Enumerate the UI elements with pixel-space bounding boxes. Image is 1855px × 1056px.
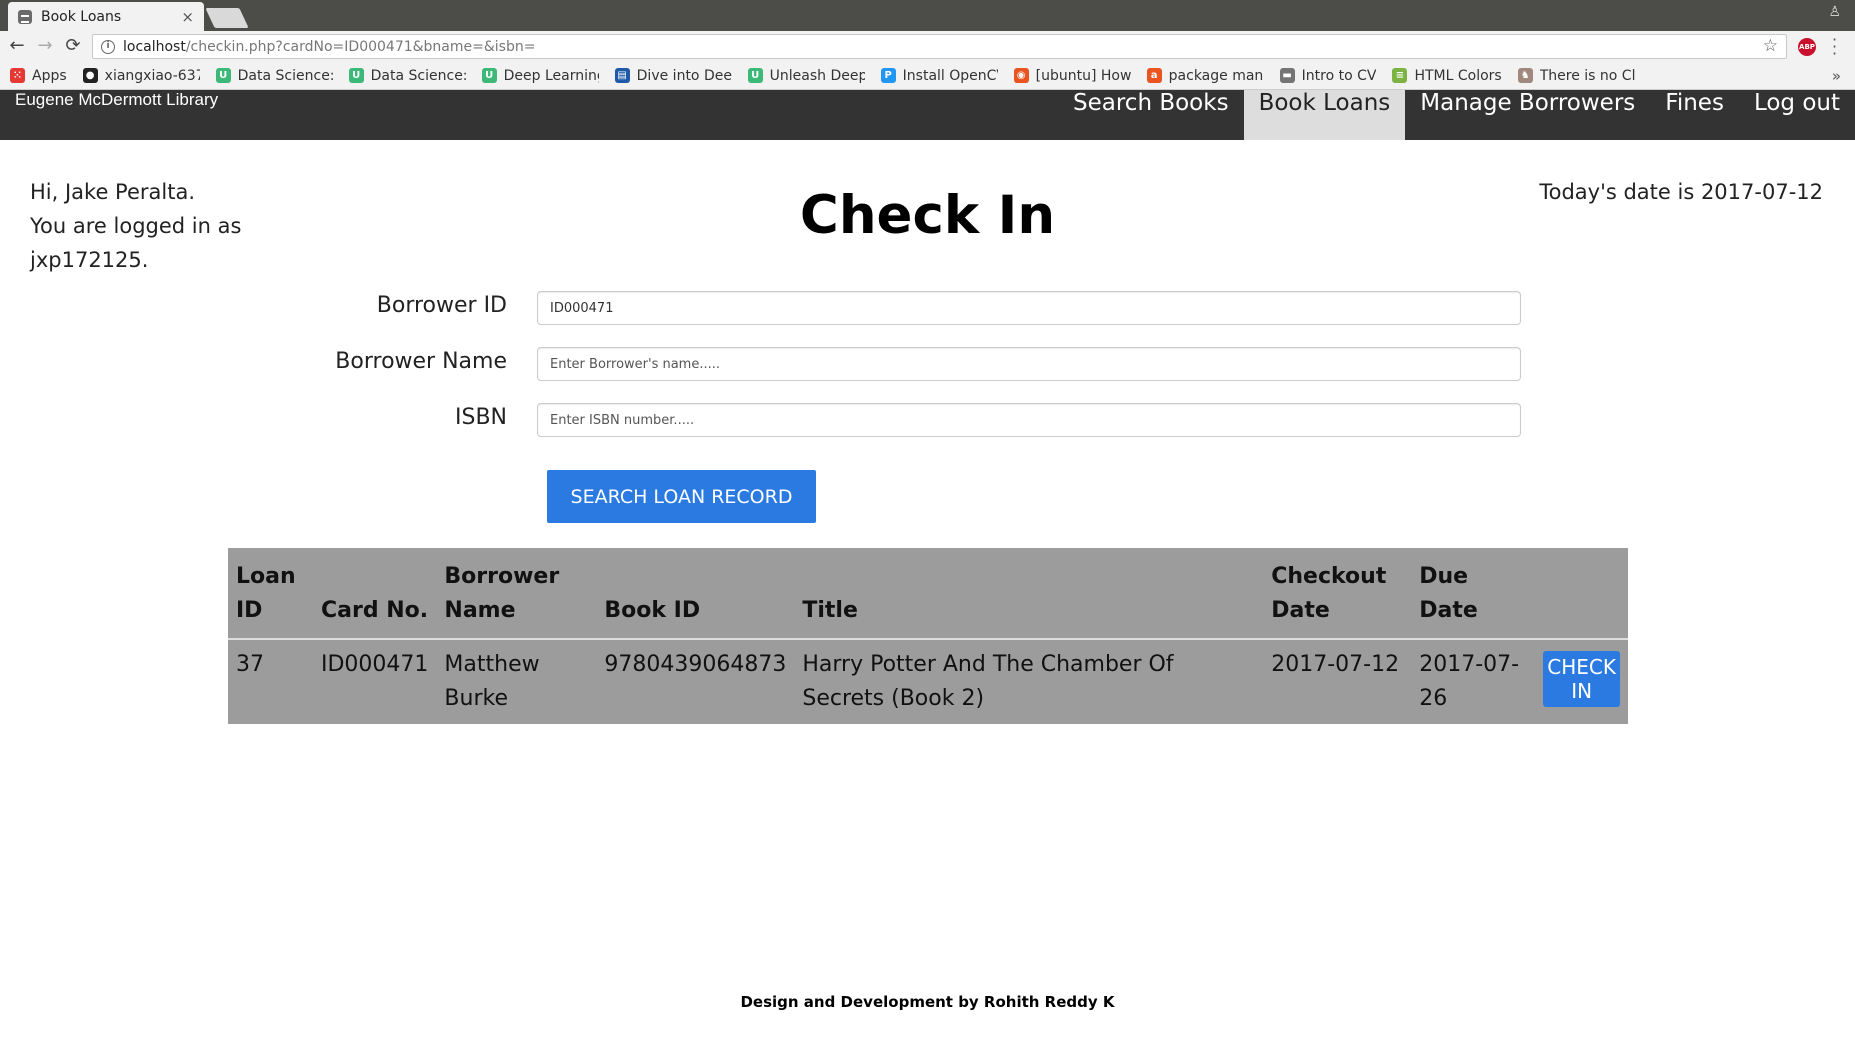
forward-icon[interactable]: →: [34, 35, 56, 57]
cell-card-no: ID000471: [320, 652, 429, 677]
cell-checkout-date: 2017-07-12: [1271, 652, 1400, 677]
book-icon: ▤: [614, 68, 630, 83]
col-card-no: Card No.: [312, 548, 437, 640]
bookmark-item[interactable]: ● xiangxiao-6378-j: [82, 67, 200, 84]
username: jxp172125.: [30, 248, 149, 272]
url-path: /checkin.php?cardNo=ID000471&bname=&isbn…: [185, 38, 536, 55]
cell-due-date: 2017-07-26: [1419, 652, 1520, 711]
bookmark-label: Data Science: Pr: [370, 67, 466, 84]
bookmark-label: Data Science: De: [237, 67, 333, 84]
search-loan-record-button[interactable]: SEARCH LOAN RECORD: [547, 470, 816, 523]
nav-manage-borrowers[interactable]: Manage Borrowers: [1405, 90, 1650, 140]
reload-icon[interactable]: ⟳: [62, 35, 84, 57]
nav-book-loans[interactable]: Book Loans: [1243, 90, 1406, 140]
udacity-icon: U: [215, 68, 231, 83]
cell-title: Harry Potter And The Chamber Of Secrets …: [802, 652, 1174, 711]
footer-credit: Design and Development by Rohith Reddy K: [740, 993, 1115, 1011]
cell-book-id: 9780439064873: [604, 652, 787, 677]
borrower-name-input[interactable]: [537, 347, 1521, 381]
nav-search-books[interactable]: Search Books: [1058, 90, 1244, 140]
close-tab-icon[interactable]: ×: [181, 8, 194, 26]
bookmark-label: Dive into Deep L: [636, 67, 732, 84]
bookmark-label: Intro to CV: [1301, 67, 1377, 84]
nav-fines[interactable]: Fines: [1650, 90, 1739, 140]
bookmark-label: Install OpenCV 3: [902, 67, 998, 84]
cell-borrower-name: Matthew Burke: [444, 652, 540, 711]
borrower-id-input[interactable]: [537, 291, 1521, 325]
bookmark-label: Apps: [32, 67, 67, 84]
address-bar[interactable]: i localhost/checkin.php?cardNo=ID000471&…: [92, 34, 1787, 59]
bookmark-item[interactable]: ▤ Dive into Deep L: [614, 67, 732, 84]
new-tab-button[interactable]: [205, 8, 249, 28]
col-title: Title: [794, 548, 1264, 640]
loans-table: Loan ID Card No. Borrower Name Book ID T…: [228, 548, 1628, 724]
col-action: [1535, 548, 1628, 640]
bookmark-item[interactable]: U Unleash Deep Le: [747, 67, 865, 84]
bookmark-item[interactable]: ⁙ Apps: [10, 68, 67, 84]
p-icon: P: [880, 68, 896, 83]
back-icon[interactable]: ←: [6, 35, 28, 57]
bookmark-label: xiangxiao-6378-j: [104, 67, 200, 84]
bookmark-item[interactable]: U Data Science: Pr: [348, 67, 466, 84]
browser-tab[interactable]: Book Loans ×: [8, 2, 204, 31]
bookmark-item[interactable]: U Deep Learning: C: [481, 67, 599, 84]
col-loan-id: Loan ID: [228, 548, 313, 640]
nav-links: Search Books Book Loans Manage Borrowers…: [1058, 90, 1855, 140]
bookmark-label: package manage: [1168, 67, 1264, 84]
page-favicon-icon: [18, 9, 32, 24]
brand-link[interactable]: Eugene McDermott Library: [15, 90, 218, 140]
udacity-icon: U: [747, 68, 763, 83]
bookmark-item[interactable]: U Data Science: De: [215, 67, 333, 84]
app-navbar: Eugene McDermott Library Search Books Bo…: [0, 90, 1855, 140]
askubuntu-icon: a: [1146, 68, 1162, 83]
cell-action: CHECK IN: [1535, 639, 1628, 724]
profile-icon[interactable]: ♙: [1828, 4, 1841, 20]
adblock-icon[interactable]: ABP: [1798, 38, 1816, 56]
borrower-name-label: Borrower Name: [335, 349, 507, 374]
bookmark-label: There is no Clou: [1539, 67, 1635, 84]
bookmark-label: [ubuntu] How to: [1035, 67, 1131, 84]
col-due-date: Due Date: [1411, 548, 1536, 640]
browser-tabstrip: Book Loans × ♙: [0, 0, 1855, 31]
github-icon: ●: [82, 68, 98, 83]
col-book-id: Book ID: [596, 548, 795, 640]
folder-icon: ▬: [1279, 68, 1295, 83]
cell-loan-id: 37: [236, 652, 264, 677]
bookmark-item[interactable]: ♞ There is no Clou: [1517, 67, 1635, 84]
borrower-id-label: Borrower ID: [376, 293, 507, 318]
bookmark-item[interactable]: a package manage: [1146, 67, 1264, 84]
browser-menu-icon[interactable]: · · ·: [1832, 32, 1838, 62]
udacity-icon: U: [481, 68, 497, 83]
page-title: Check In: [799, 185, 1056, 246]
bookmarks-bar: ⁙Apps●xiangxiao-6378-jUData Science: DeU…: [0, 62, 1855, 90]
apps-grid-icon: ⁙: [10, 68, 25, 83]
table-header-row: Loan ID Card No. Borrower Name Book ID T…: [228, 548, 1628, 640]
ubuntu-icon: ◉: [1013, 68, 1029, 83]
owl-icon: ♞: [1517, 68, 1533, 83]
bookmark-label: Deep Learning: C: [503, 67, 599, 84]
url-text: localhost/checkin.php?cardNo=ID000471&bn…: [123, 39, 535, 55]
site-info-icon[interactable]: i: [101, 39, 115, 54]
browser-toolbar: ← → ⟳ i localhost/checkin.php?cardNo=ID0…: [0, 31, 1855, 62]
tab-title: Book Loans: [41, 8, 122, 25]
check-in-button[interactable]: CHECK IN: [1543, 651, 1620, 707]
udacity-icon: U: [348, 68, 364, 83]
bookmark-item[interactable]: ≡ HTML Colors: [1392, 67, 1502, 84]
isbn-input[interactable]: [537, 403, 1521, 437]
bookmark-item[interactable]: ◉ [ubuntu] How to: [1013, 67, 1131, 84]
bookmark-item[interactable]: ▬ Intro to CV: [1279, 67, 1377, 84]
table-row: 37 ID000471 Matthew Burke 9780439064873 …: [228, 639, 1628, 724]
more-bookmarks-icon[interactable]: »: [1832, 67, 1841, 85]
bookmark-label: Unleash Deep Le: [769, 67, 865, 84]
colors-icon: ≡: [1392, 68, 1408, 83]
bookmark-label: HTML Colors: [1414, 67, 1502, 84]
col-borrower-name: Borrower Name: [436, 548, 597, 640]
col-checkout-date: Checkout Date: [1263, 548, 1412, 640]
url-host: localhost: [123, 38, 186, 55]
nav-log-out[interactable]: Log out: [1739, 90, 1855, 140]
bookmark-item[interactable]: P Install OpenCV 3: [880, 67, 998, 84]
bookmark-star-icon[interactable]: ☆: [1763, 36, 1778, 56]
isbn-label: ISBN: [454, 405, 507, 430]
